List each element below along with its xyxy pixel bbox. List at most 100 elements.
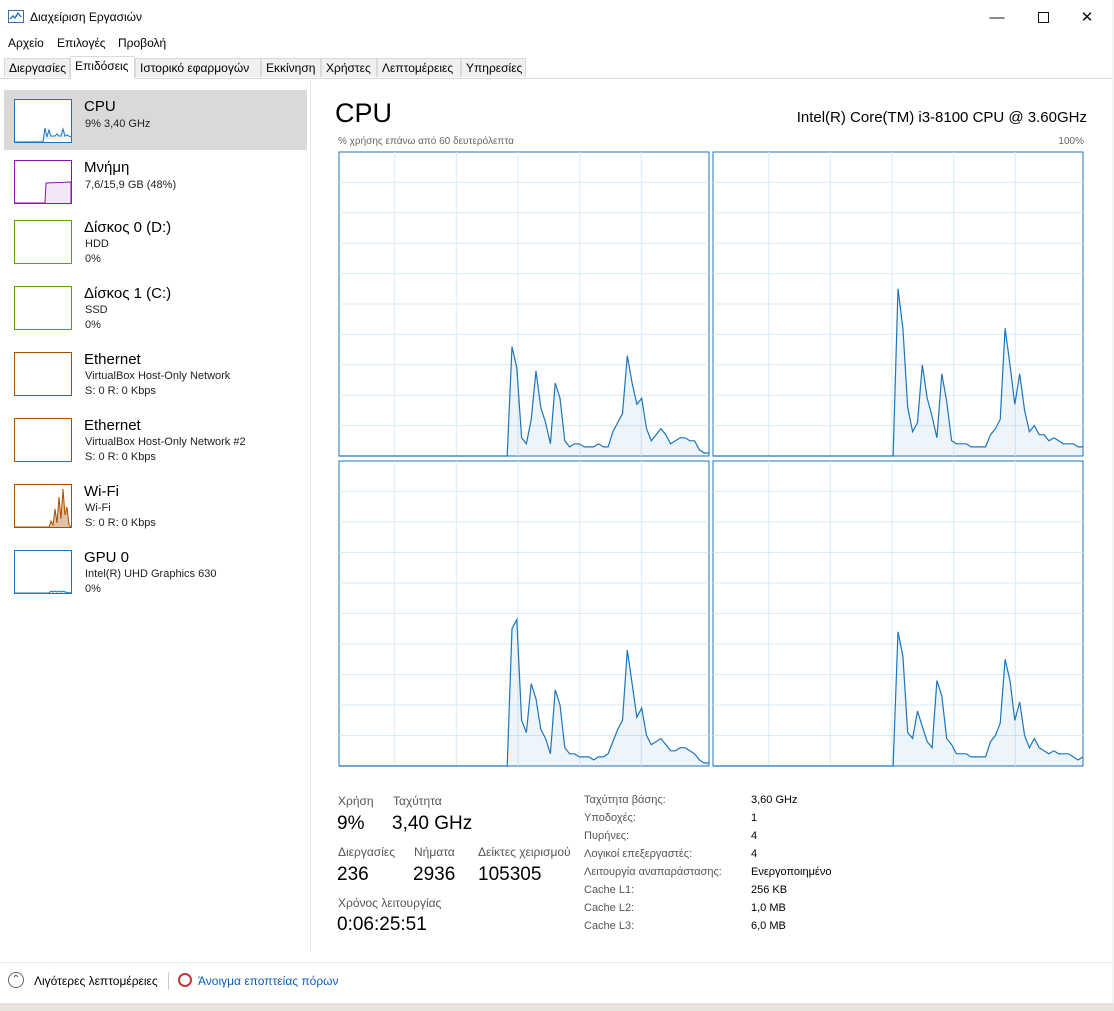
usage-value: 9% [337, 813, 365, 834]
maximize-icon [1037, 11, 1049, 23]
footer-bar: ⌃ Λιγότερες λεπτομέρειες Άνοιγμα εποπτεί… [0, 962, 1112, 999]
sidebar-item-type: HDD [85, 238, 109, 250]
sidebar-item-usage: 0% [85, 583, 101, 595]
chevron-up-icon[interactable]: ⌃ [8, 972, 24, 988]
spec-value: 4 [751, 830, 758, 842]
maximize-button[interactable] [1020, 0, 1066, 34]
menu-options[interactable]: Επιλογές [57, 36, 106, 50]
close-button[interactable]: ✕ [1064, 0, 1110, 34]
resource-sidebar: CPU 9% 3,40 GHz Μνήμη 7,6/15,9 GB (48%) … [0, 78, 311, 952]
tab-processes[interactable]: Διεργασίες [4, 58, 70, 77]
open-resource-monitor-link[interactable]: Άνοιγμα εποπτείας πόρων [198, 974, 339, 988]
gpu-thumbnail [14, 550, 72, 594]
sidebar-item-throughput: S: 0 R: 0 Kbps [85, 385, 156, 397]
sidebar-item-adapter: Wi-Fi [85, 502, 111, 514]
sidebar-item-usage: 0% [85, 319, 101, 331]
uptime-value: 0:06:25:51 [337, 914, 427, 935]
processes-label: Διεργασίες [338, 845, 395, 859]
spec-value: 6,0 MB [751, 920, 786, 932]
sidebar-item-ethernet-2[interactable]: Ethernet VirtualBox Host-Only Network #2… [4, 409, 307, 469]
sidebar-item-title: CPU [84, 98, 116, 115]
spec-label: Cache L2: [584, 902, 635, 914]
spec-label: Cache L3: [584, 920, 635, 932]
cpu-thumbnail [14, 99, 72, 143]
sidebar-item-disk-1[interactable]: Δίσκος 1 (C:) SSD 0% [4, 277, 307, 337]
sidebar-item-adapter: Intel(R) UHD Graphics 630 [85, 568, 217, 580]
spec-label: Ταχύτητα βάσης: [584, 794, 666, 806]
disk-0-thumbnail [14, 220, 72, 264]
speed-label: Ταχύτητα [393, 794, 442, 808]
spec-label: Υποδοχές: [584, 812, 636, 824]
tab-strip: Διεργασίες Επιδόσεις Ιστορικό εφαρμογών … [0, 56, 1112, 79]
ethernet-1-thumbnail [14, 352, 72, 396]
task-manager-icon [8, 10, 24, 23]
spec-label: Cache L1: [584, 884, 635, 896]
tab-app-history[interactable]: Ιστορικό εφαρμογών [135, 58, 261, 77]
sidebar-item-title: Μνήμη [84, 159, 130, 176]
ethernet-2-thumbnail [14, 418, 72, 462]
spec-label: Λειτουργία αναπαράστασης: [584, 866, 722, 878]
sidebar-item-title: Ethernet [84, 351, 141, 368]
threads-label: Νήματα [414, 845, 455, 859]
desktop-background-strip [0, 1003, 1114, 1011]
spec-value: 1 [751, 812, 758, 824]
tab-details[interactable]: Λεπτομέρειες [377, 58, 461, 77]
sidebar-item-title: Δίσκος 1 (C:) [84, 285, 172, 302]
sidebar-item-title: GPU 0 [84, 549, 130, 566]
memory-thumbnail [14, 160, 72, 204]
spec-label: Λογικοί επεξεργαστές: [584, 848, 693, 860]
handles-value: 105305 [478, 864, 542, 885]
sidebar-item-detail: 9% 3,40 GHz [85, 118, 151, 130]
sidebar-item-throughput: S: 0 R: 0 Kbps [85, 517, 156, 529]
tab-performance[interactable]: Επιδόσεις [70, 56, 135, 79]
logical-processor-graph [338, 151, 710, 457]
handles-label: Δείκτες χειρισμού [478, 845, 571, 859]
sidebar-item-type: SSD [85, 304, 108, 316]
fewer-details-button[interactable]: Λιγότερες λεπτομέρειες [34, 974, 158, 988]
spec-value: 3,60 GHz [751, 794, 798, 806]
menu-file[interactable]: Αρχείο [8, 36, 44, 50]
disk-1-thumbnail [14, 286, 72, 330]
uptime-label: Χρόνος λειτουργίας [338, 896, 442, 910]
tab-services[interactable]: Υπηρεσίες [461, 58, 526, 77]
spec-label: Πυρήνες: [584, 830, 630, 842]
sidebar-item-memory[interactable]: Μνήμη 7,6/15,9 GB (48%) [4, 151, 307, 211]
tab-users[interactable]: Χρήστες [321, 58, 377, 77]
sidebar-item-gpu[interactable]: GPU 0 Intel(R) UHD Graphics 630 0% [4, 541, 307, 601]
processes-value: 236 [337, 864, 369, 885]
sidebar-item-title: Wi-Fi [84, 483, 119, 500]
sidebar-item-throughput: S: 0 R: 0 Kbps [85, 451, 156, 463]
wifi-thumbnail [14, 484, 72, 528]
spec-value: 1,0 MB [751, 902, 786, 914]
title-bar: Διαχείριση Εργασιών — ✕ [0, 0, 1112, 34]
sidebar-item-adapter: VirtualBox Host-Only Network [85, 370, 231, 382]
logical-processor-graphs [338, 151, 1084, 767]
minimize-icon: — [989, 8, 1005, 26]
speed-value: 3,40 GHz [392, 813, 473, 834]
menu-bar: Αρχείο Επιλογές Προβολή [0, 34, 1112, 54]
resource-monitor-icon [178, 973, 192, 987]
sidebar-item-detail: 7,6/15,9 GB (48%) [85, 179, 177, 191]
cpu-detail-panel: CPU Intel(R) Core(TM) i3-8100 CPU @ 3.60… [311, 78, 1112, 952]
logical-processor-graph [712, 151, 1084, 457]
sidebar-item-ethernet-1[interactable]: Ethernet VirtualBox Host-Only Network S:… [4, 343, 307, 403]
threads-value: 2936 [413, 864, 456, 885]
spec-value: 256 KB [751, 884, 788, 896]
minimize-button[interactable]: — [974, 0, 1020, 34]
tab-startup[interactable]: Εκκίνηση [261, 58, 321, 77]
logical-processor-graph [338, 460, 710, 767]
usage-label: Χρήση [338, 794, 374, 808]
close-icon: ✕ [1080, 9, 1094, 26]
spec-value: 4 [751, 848, 758, 860]
sidebar-item-cpu[interactable]: CPU 9% 3,40 GHz [4, 90, 307, 150]
sidebar-item-adapter: VirtualBox Host-Only Network #2 [85, 436, 246, 448]
sidebar-item-usage: 0% [85, 253, 101, 265]
sidebar-item-wifi[interactable]: Wi-Fi Wi-Fi S: 0 R: 0 Kbps [4, 475, 307, 535]
menu-view[interactable]: Προβολή [118, 36, 166, 50]
spec-value: Ενεργοποιημένο [751, 866, 832, 878]
logical-processor-graph [712, 460, 1084, 767]
sidebar-item-title: Ethernet [84, 417, 141, 434]
sidebar-item-disk-0[interactable]: Δίσκος 0 (D:) HDD 0% [4, 211, 307, 271]
window-title: Διαχείριση Εργασιών [30, 10, 143, 24]
sidebar-item-title: Δίσκος 0 (D:) [84, 219, 172, 236]
